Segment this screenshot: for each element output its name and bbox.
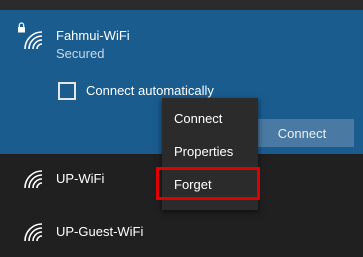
network-name: UP-Guest-WiFi (56, 224, 144, 239)
top-strip (0, 0, 363, 10)
connect-automatically-checkbox[interactable] (58, 82, 76, 100)
network-item-up-guest-wifi[interactable] (0, 207, 363, 257)
forget-highlight-box (156, 167, 260, 200)
network-name: UP-WiFi (56, 171, 105, 186)
wifi-secured-icon (22, 29, 44, 51)
wifi-icon (22, 221, 44, 243)
network-status: Secured (56, 46, 105, 61)
network-name: Fahmui-WiFi (56, 28, 130, 43)
wifi-icon (22, 168, 44, 190)
menu-item-properties[interactable]: Properties (174, 144, 233, 159)
connect-automatically-label[interactable]: Connect automatically (86, 83, 214, 98)
menu-item-connect[interactable]: Connect (174, 111, 222, 126)
connect-button-label: Connect (277, 125, 327, 141)
